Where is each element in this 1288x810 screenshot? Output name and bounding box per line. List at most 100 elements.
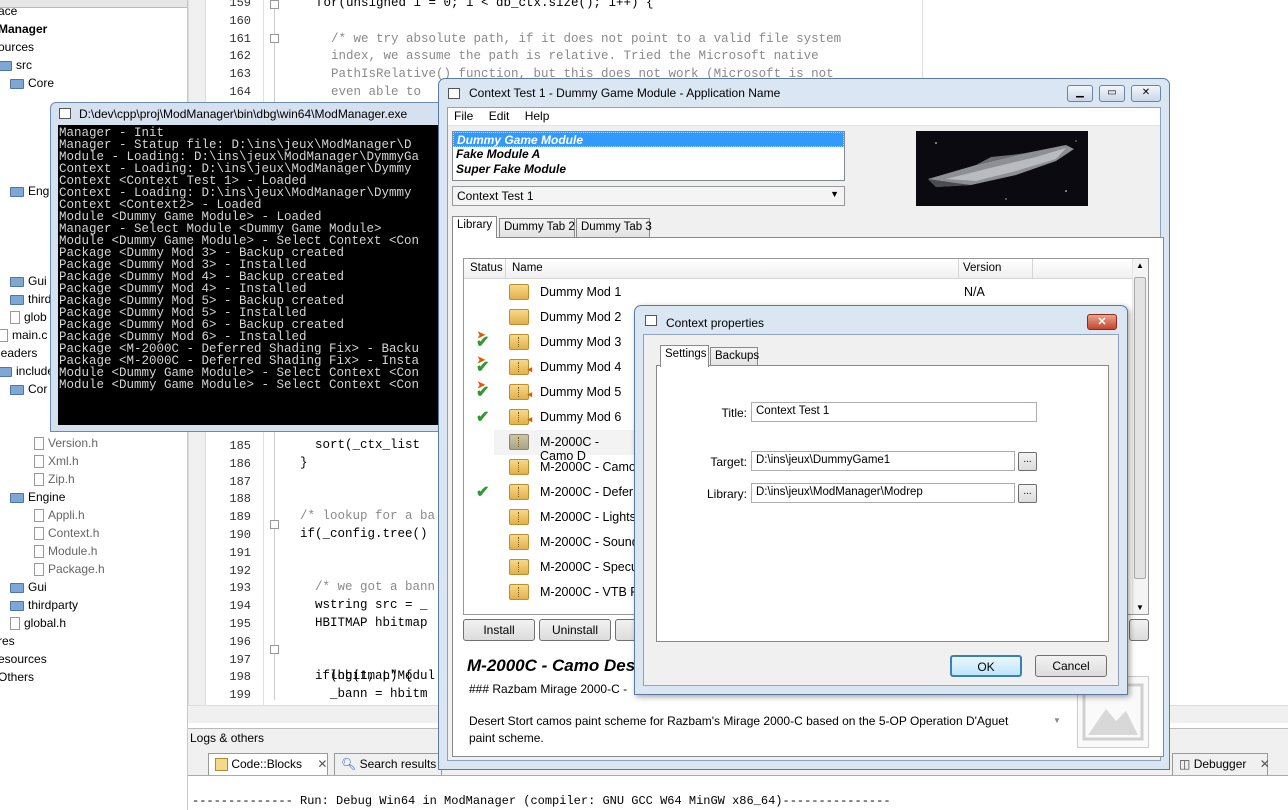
package-row[interactable]: Dummy Mod 1 N/A bbox=[464, 280, 1134, 305]
installed-check-icon: ✔ ➤ bbox=[476, 330, 490, 351]
dialog-titlebar[interactable]: Context properties ✕ bbox=[635, 306, 1127, 334]
tree-item[interactable]: Gui bbox=[10, 272, 47, 290]
maximize-button[interactable]: ▭ bbox=[1099, 85, 1125, 102]
tab-codeblocks[interactable]: Code::Blocks ✕ bbox=[208, 753, 328, 775]
tab-settings[interactable]: Settings bbox=[660, 345, 709, 367]
module-list[interactable]: Dummy Game Module Fake Module A Super Fake… bbox=[452, 131, 845, 181]
tree-item[interactable]: main.c bbox=[0, 326, 47, 344]
zip-archive-icon bbox=[509, 534, 529, 550]
tree-item[interactable]: Engine bbox=[10, 488, 65, 506]
target-label: Target: bbox=[710, 455, 747, 469]
zip-archive-icon bbox=[509, 484, 529, 500]
console-output: Manager - Init Manager - Statup file: D:… bbox=[58, 125, 495, 425]
tree-item[interactable]: Module.h bbox=[34, 542, 97, 560]
tree-item[interactable]: ace bbox=[0, 2, 17, 20]
tab-backups[interactable]: Backups bbox=[710, 347, 759, 366]
tree-item[interactable]: Context.h bbox=[34, 524, 99, 542]
col-status[interactable]: Status bbox=[470, 262, 503, 274]
code-line: _bann = hbitm bbox=[300, 687, 428, 702]
target-field[interactable]: D:\ins\jeux\DummyGame1 bbox=[751, 451, 1015, 471]
scroll-up-icon[interactable]: ▲ bbox=[1136, 261, 1144, 270]
tree-item[interactable]: Appli.h bbox=[34, 506, 85, 524]
col-name[interactable]: Name bbox=[512, 262, 543, 274]
tree-item-label: leaders bbox=[0, 346, 38, 360]
dialog-close-button[interactable]: ✕ bbox=[1087, 314, 1117, 330]
cancel-button[interactable]: Cancel bbox=[1035, 655, 1107, 677]
tree-item[interactable]: leaders bbox=[0, 344, 37, 362]
console-titlebar[interactable]: D:\dev\cpp\proj\ModManager\bin\dbg\win64… bbox=[51, 103, 495, 125]
close-icon[interactable]: ✕ bbox=[317, 757, 327, 771]
tree-item[interactable]: Engi bbox=[10, 182, 52, 200]
tree-item[interactable]: Others bbox=[0, 668, 34, 686]
tab-dummy-3[interactable]: Dummy Tab 3 bbox=[576, 218, 652, 237]
tab-library[interactable]: Library bbox=[452, 216, 497, 238]
tree-item[interactable]: Manager bbox=[0, 20, 47, 38]
module-item[interactable]: Super Fake Module bbox=[453, 162, 844, 177]
tree-item[interactable]: esources bbox=[0, 650, 47, 668]
package-subtitle: ### Razbam Mirage 2000-C - bbox=[469, 682, 628, 696]
tree-item[interactable]: glob bbox=[10, 308, 47, 326]
console-window[interactable]: D:\dev\cpp\proj\ModManager\bin\dbg\win64… bbox=[50, 102, 496, 432]
library-field[interactable]: D:\ins\jeux\ModManager\Modrep bbox=[751, 483, 1015, 503]
context-properties-dialog[interactable]: Context properties ✕ Settings Backups Ti… bbox=[634, 305, 1128, 695]
tree-item[interactable]: Cor bbox=[10, 380, 47, 398]
col-version[interactable]: Version bbox=[963, 262, 1001, 274]
tree-item[interactable]: third bbox=[10, 290, 51, 308]
code-line: HBITMAP hbitmap bbox=[300, 616, 428, 630]
tree-item[interactable]: res bbox=[0, 632, 15, 650]
package-list-scrollbar[interactable]: ▲ ▼ bbox=[1132, 259, 1148, 614]
ok-button[interactable]: OK bbox=[950, 655, 1022, 677]
browse-library-button[interactable]: ... bbox=[1018, 484, 1037, 503]
title-field[interactable]: Context Test 1 bbox=[751, 402, 1037, 422]
folder-icon bbox=[10, 492, 24, 503]
uninstall-button[interactable]: Uninstall bbox=[539, 619, 611, 641]
menu-edit[interactable]: Edit bbox=[483, 108, 516, 123]
module-item[interactable]: Dummy Game Module bbox=[453, 132, 844, 147]
package-name: Dummy Mod 4 bbox=[540, 360, 622, 374]
tree-item[interactable]: Gui bbox=[10, 578, 47, 596]
package-list-header: Status Name Version bbox=[464, 259, 1134, 279]
dialog-title: Context properties bbox=[666, 316, 765, 330]
close-icon[interactable]: ✕ bbox=[1260, 757, 1270, 771]
tab-dummy-2[interactable]: Dummy Tab 2 bbox=[499, 218, 575, 237]
close-button[interactable]: ✕ bbox=[1131, 85, 1161, 102]
module-item[interactable]: Fake Module A bbox=[453, 147, 844, 162]
tree-item[interactable]: Zip.h bbox=[34, 470, 75, 488]
fold-marker[interactable] bbox=[270, 520, 279, 529]
line-number: 198 bbox=[229, 670, 251, 685]
fold-marker[interactable] bbox=[270, 0, 279, 9]
fold-marker[interactable] bbox=[270, 645, 279, 654]
package-name: Dummy Mod 2 bbox=[540, 310, 622, 324]
tree-item[interactable]: global.h bbox=[10, 614, 66, 632]
code-line: for(unsigned i = 0; i < db_ctx.size(); i… bbox=[316, 0, 654, 10]
package-name: M-2000C - Deferr bbox=[540, 485, 638, 499]
scrollbar-thumb[interactable] bbox=[1134, 277, 1146, 579]
menu-help[interactable]: Help bbox=[519, 108, 556, 123]
tree-item[interactable]: Version.h bbox=[34, 434, 98, 452]
tab-search-results[interactable]: 🔍︎ Search results bbox=[334, 753, 442, 775]
tree-item[interactable]: thirdparty bbox=[10, 596, 78, 614]
app-titlebar[interactable]: Context Test 1 - Dummy Game Module - App… bbox=[439, 79, 1169, 107]
install-button[interactable]: Install bbox=[463, 619, 535, 641]
scroll-down-icon[interactable]: ▼ bbox=[1136, 603, 1144, 612]
context-select[interactable]: Context Test 1 ▼ bbox=[452, 186, 845, 206]
fold-marker[interactable] bbox=[270, 34, 279, 43]
tree-item[interactable]: Core bbox=[10, 74, 54, 92]
browse-target-button[interactable]: ... bbox=[1018, 452, 1037, 471]
menu-file[interactable]: File bbox=[448, 108, 479, 123]
package-row[interactable]: M-2000C - Camo D bbox=[494, 430, 634, 463]
backup-arrow-icon: ➤ bbox=[477, 355, 486, 366]
tree-item-label: glob bbox=[24, 310, 47, 324]
menu-bar: File Edit Help bbox=[448, 108, 1160, 126]
tree-item[interactable]: src bbox=[0, 56, 32, 74]
action-button-right[interactable] bbox=[1129, 619, 1149, 641]
tree-item[interactable]: include bbox=[0, 362, 54, 380]
tree-item[interactable]: Package.h bbox=[34, 560, 105, 578]
tree-item[interactable]: Xml.h bbox=[34, 452, 79, 470]
zip-archive-icon bbox=[509, 334, 529, 350]
tree-item[interactable]: ources bbox=[0, 38, 34, 56]
minimize-button[interactable]: ▁ bbox=[1067, 85, 1093, 102]
tab-debugger[interactable]: ◫ Debugger ✕ bbox=[1172, 753, 1270, 775]
package-title: M-2000C - Camo Dese bbox=[467, 656, 645, 675]
desc-scroll-icon[interactable]: ▼ bbox=[1053, 716, 1061, 725]
